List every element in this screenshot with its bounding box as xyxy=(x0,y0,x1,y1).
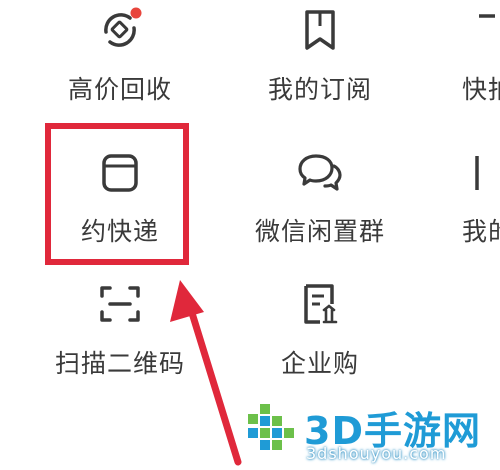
tile-label: 我的订阅 xyxy=(267,75,372,104)
tile-scan-qr[interactable]: 扫描二维码 xyxy=(35,272,205,392)
watermark-url: 3dshouyou.com xyxy=(306,444,447,463)
camera-icon xyxy=(461,6,500,54)
highlight-annotation xyxy=(45,123,189,265)
chat-bubbles-icon xyxy=(296,148,344,196)
tile-my-subscriptions[interactable]: 我的订阅 xyxy=(235,0,405,118)
tile-label: 快拍 xyxy=(462,75,500,104)
recycle-icon xyxy=(96,6,144,54)
watermark-logo-icon xyxy=(248,404,294,450)
service-grid-screen: 高价回收 我的订阅 快拍 约快递 xyxy=(0,0,500,470)
bookmark-icon xyxy=(296,6,344,54)
tile-enterprise-purchase[interactable]: 企业购 xyxy=(235,272,405,392)
tile-high-price-recycle[interactable]: 高价回收 xyxy=(35,0,205,118)
tile-label: 企业购 xyxy=(280,349,359,378)
tile-label: 微信闲置群 xyxy=(254,217,385,246)
tile-my-partial[interactable]: 我的 xyxy=(440,140,500,260)
document-icon xyxy=(461,148,500,196)
tile-label: 扫描二维码 xyxy=(54,349,185,378)
notification-badge xyxy=(130,7,142,19)
tile-quick-shot[interactable]: 快拍 xyxy=(440,0,500,118)
tile-label: 我的 xyxy=(462,217,500,246)
enterprise-icon xyxy=(296,280,344,328)
watermark: 3D手游网 3dshouyou.com xyxy=(240,398,500,470)
scan-icon xyxy=(96,280,144,328)
tile-label: 高价回收 xyxy=(67,75,172,104)
tile-wechat-idle-group[interactable]: 微信闲置群 xyxy=(235,140,405,260)
